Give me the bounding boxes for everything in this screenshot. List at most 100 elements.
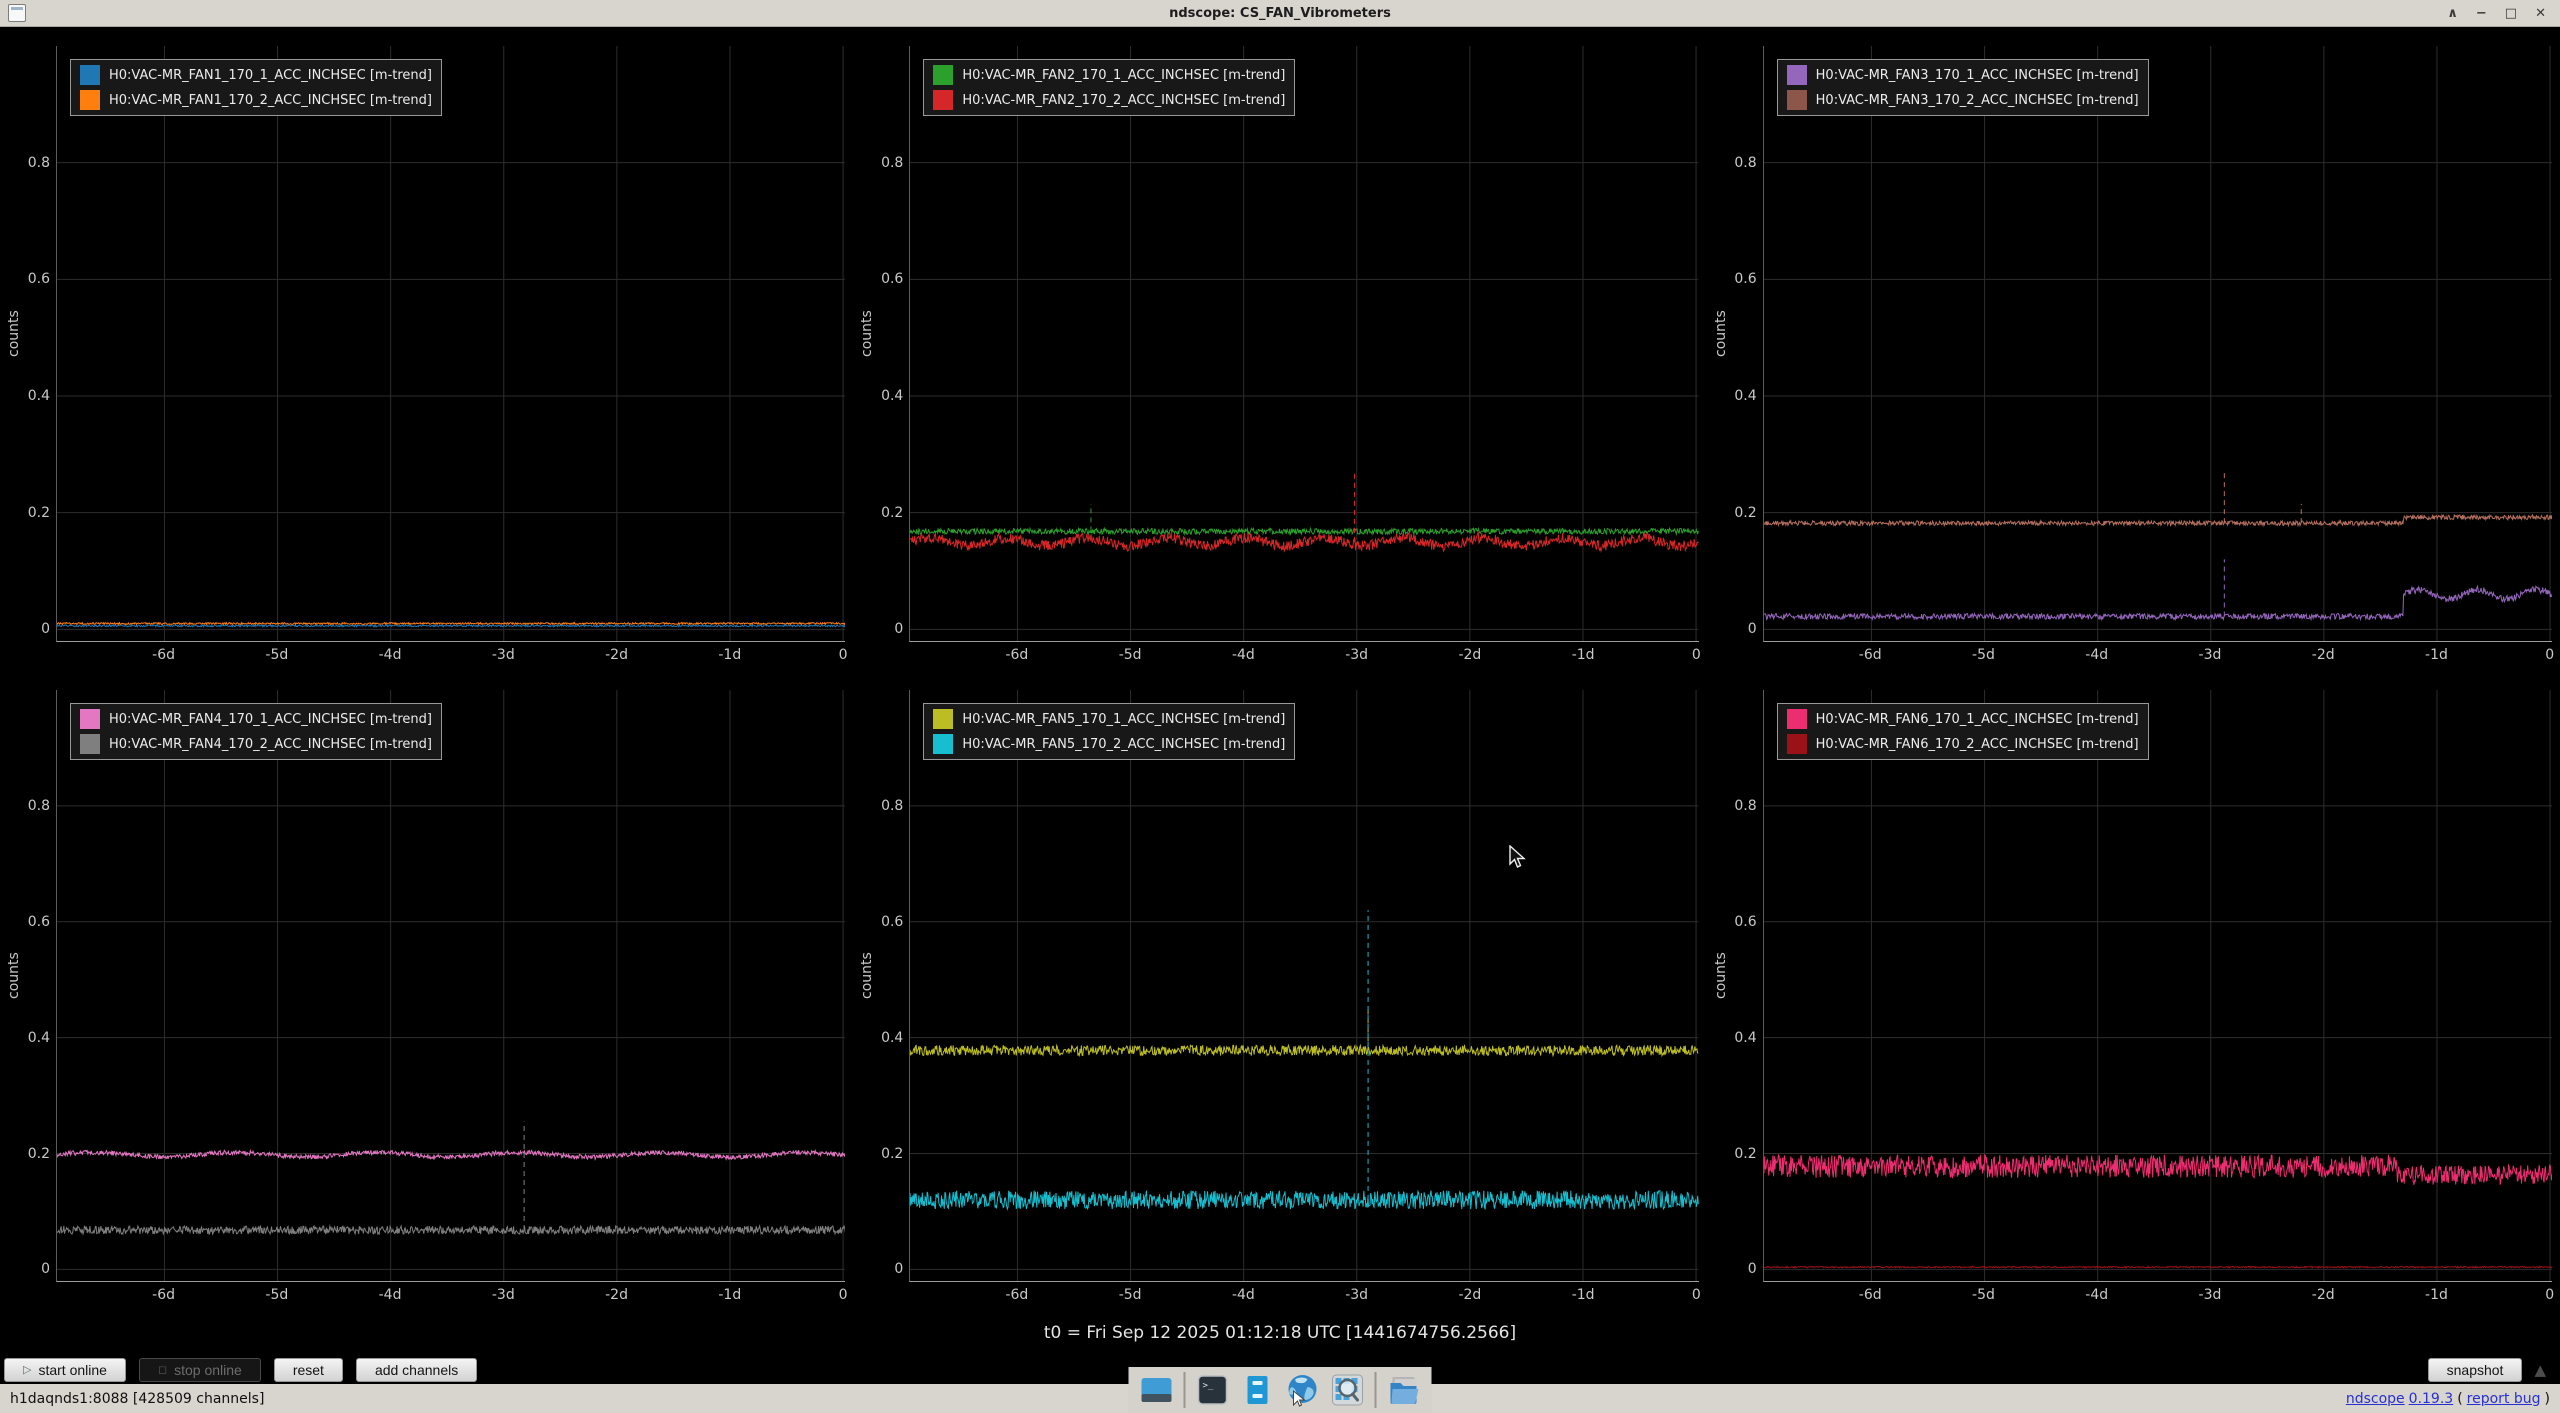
plot-canvas[interactable]: H0:VAC-MR_FAN2_170_1_ACC_INCHSEC [m-tren… xyxy=(909,46,1698,642)
y-tick-label: 0.2 xyxy=(881,1147,903,1161)
plot-panel-fan3[interactable]: counts H0:VAC-MR_FAN3_170_1_ACC_INCHSEC … xyxy=(1707,26,2560,670)
x-tick-label: -2d xyxy=(605,1288,628,1302)
plots-grid: counts H0:VAC-MR_FAN1_170_1_ACC_INCHSEC … xyxy=(0,26,2560,1310)
series-trace xyxy=(1764,586,2552,619)
plot-traces xyxy=(1764,690,2552,1281)
legend-item[interactable]: H0:VAC-MR_FAN5_170_2_ACC_INCHSEC [m-tren… xyxy=(933,734,1285,754)
legend-item[interactable]: H0:VAC-MR_FAN6_170_2_ACC_INCHSEC [m-tren… xyxy=(1787,734,2139,754)
y-tick-label: 0.4 xyxy=(1734,1031,1756,1045)
y-tick-label: 0.8 xyxy=(881,799,903,813)
x-tick-label: 0 xyxy=(839,1288,848,1302)
version-link[interactable]: 0.19.3 xyxy=(2409,1391,2454,1407)
legend-item[interactable]: H0:VAC-MR_FAN6_170_1_ACC_INCHSEC [m-tren… xyxy=(1787,709,2139,729)
expand-panel-icon[interactable]: ▲ xyxy=(2534,1363,2546,1378)
maximize-window-icon[interactable]: □ xyxy=(2505,7,2517,20)
x-tick-label: -3d xyxy=(2199,648,2222,662)
y-tick-label: 0 xyxy=(1748,622,1757,636)
nds-server-status: h1daqnds1:8088 [428509 channels] xyxy=(10,1391,264,1407)
file-cabinet-icon[interactable] xyxy=(1240,1372,1276,1408)
taskbar-panel: >_ xyxy=(1129,1367,1432,1413)
play-icon: ▷ xyxy=(23,1365,31,1376)
legend-item[interactable]: H0:VAC-MR_FAN2_170_2_ACC_INCHSEC [m-tren… xyxy=(933,90,1285,110)
start-online-button[interactable]: ▷ start online xyxy=(4,1358,126,1382)
svg-text:>_: >_ xyxy=(1203,1381,1214,1391)
plot-canvas[interactable]: H0:VAC-MR_FAN1_170_1_ACC_INCHSEC [m-tren… xyxy=(56,46,845,642)
plot-traces xyxy=(57,690,845,1281)
plot-traces xyxy=(910,690,1698,1281)
y-axis-label: counts xyxy=(1713,26,1729,642)
plot-panel-fan4[interactable]: counts H0:VAC-MR_FAN4_170_1_ACC_INCHSEC … xyxy=(0,670,853,1310)
y-tick-label: 0.6 xyxy=(1734,915,1756,929)
screenshot-finder-icon[interactable] xyxy=(1330,1372,1366,1408)
plot-panel-fan5[interactable]: counts H0:VAC-MR_FAN5_170_1_ACC_INCHSEC … xyxy=(853,670,1706,1310)
legend[interactable]: H0:VAC-MR_FAN6_170_1_ACC_INCHSEC [m-tren… xyxy=(1777,703,2149,760)
plot-traces xyxy=(57,46,845,641)
x-tick-label: -6d xyxy=(1859,648,1882,662)
app-window-icon xyxy=(8,4,26,22)
desktop-pager-icon[interactable] xyxy=(1139,1372,1175,1408)
report-bug-link[interactable]: report bug xyxy=(2467,1391,2541,1407)
series-trace xyxy=(910,528,1698,534)
plot-panel-fan6[interactable]: counts H0:VAC-MR_FAN6_170_1_ACC_INCHSEC … xyxy=(1707,670,2560,1310)
x-tick-label: -2d xyxy=(2312,1288,2335,1302)
add-channels-button[interactable]: add channels xyxy=(356,1358,477,1382)
plot-canvas[interactable]: H0:VAC-MR_FAN3_170_1_ACC_INCHSEC [m-tren… xyxy=(1763,46,2552,642)
x-tick-label: -6d xyxy=(152,1288,175,1302)
legend-item[interactable]: H0:VAC-MR_FAN1_170_1_ACC_INCHSEC [m-tren… xyxy=(80,65,432,85)
series-trace xyxy=(1764,1266,2552,1267)
x-tick-label: -4d xyxy=(1232,648,1255,662)
x-axis: -6d-5d-4d-3d-2d-1d0 xyxy=(909,642,1698,670)
file-manager-icon[interactable] xyxy=(1386,1372,1422,1408)
y-tick-label: 0.4 xyxy=(1734,389,1756,403)
stop-icon: ◻ xyxy=(158,1365,167,1376)
browser-globe-icon[interactable] xyxy=(1285,1372,1321,1408)
x-tick-label: -5d xyxy=(1119,1288,1142,1302)
x-tick-label: -2d xyxy=(1458,648,1481,662)
close-window-icon[interactable]: ✕ xyxy=(2535,7,2546,20)
snapshot-button[interactable]: snapshot xyxy=(2428,1358,2523,1382)
legend-item[interactable]: H0:VAC-MR_FAN4_170_1_ACC_INCHSEC [m-tren… xyxy=(80,709,432,729)
plot-panel-fan1[interactable]: counts H0:VAC-MR_FAN1_170_1_ACC_INCHSEC … xyxy=(0,26,853,670)
legend-item[interactable]: H0:VAC-MR_FAN3_170_1_ACC_INCHSEC [m-tren… xyxy=(1787,65,2139,85)
ndscope-link[interactable]: ndscope xyxy=(2346,1391,2405,1407)
x-tick-label: -2d xyxy=(605,648,628,662)
x-tick-label: -5d xyxy=(265,1288,288,1302)
plot-panel-fan2[interactable]: counts H0:VAC-MR_FAN2_170_1_ACC_INCHSEC … xyxy=(853,26,1706,670)
legend-item[interactable]: H0:VAC-MR_FAN5_170_1_ACC_INCHSEC [m-tren… xyxy=(933,709,1285,729)
x-tick-label: -3d xyxy=(2199,1288,2222,1302)
y-tick-label: 0.2 xyxy=(28,1147,50,1161)
shade-window-icon[interactable]: ∧ xyxy=(2447,7,2458,20)
x-tick-label: -1d xyxy=(718,648,741,662)
legend-color-swatch-icon xyxy=(933,709,953,729)
y-tick-label: 0.8 xyxy=(881,156,903,170)
taskbar-separator xyxy=(1375,1372,1377,1408)
legend[interactable]: H0:VAC-MR_FAN5_170_1_ACC_INCHSEC [m-tren… xyxy=(923,703,1295,760)
y-tick-label: 0.6 xyxy=(881,915,903,929)
series-trace xyxy=(1764,1155,2552,1185)
plot-canvas[interactable]: H0:VAC-MR_FAN5_170_1_ACC_INCHSEC [m-tren… xyxy=(909,690,1698,1282)
terminal-icon[interactable]: >_ xyxy=(1195,1372,1231,1408)
y-tick-label: 0 xyxy=(894,622,903,636)
legend-color-swatch-icon xyxy=(933,65,953,85)
plot-canvas[interactable]: H0:VAC-MR_FAN4_170_1_ACC_INCHSEC [m-tren… xyxy=(56,690,845,1282)
legend-item[interactable]: H0:VAC-MR_FAN1_170_2_ACC_INCHSEC [m-tren… xyxy=(80,90,432,110)
y-tick-label: 0 xyxy=(41,1262,50,1276)
legend[interactable]: H0:VAC-MR_FAN3_170_1_ACC_INCHSEC [m-tren… xyxy=(1777,59,2149,116)
series-trace xyxy=(57,623,845,625)
paren: ( xyxy=(2457,1391,2462,1407)
x-tick-label: -6d xyxy=(152,648,175,662)
legend-item[interactable]: H0:VAC-MR_FAN2_170_1_ACC_INCHSEC [m-tren… xyxy=(933,65,1285,85)
legend[interactable]: H0:VAC-MR_FAN1_170_1_ACC_INCHSEC [m-tren… xyxy=(70,59,442,116)
legend[interactable]: H0:VAC-MR_FAN2_170_1_ACC_INCHSEC [m-tren… xyxy=(923,59,1295,116)
x-tick-label: 0 xyxy=(1692,648,1701,662)
legend-item[interactable]: H0:VAC-MR_FAN4_170_2_ACC_INCHSEC [m-tren… xyxy=(80,734,432,754)
legend-item[interactable]: H0:VAC-MR_FAN3_170_2_ACC_INCHSEC [m-tren… xyxy=(1787,90,2139,110)
legend[interactable]: H0:VAC-MR_FAN4_170_1_ACC_INCHSEC [m-tren… xyxy=(70,703,442,760)
minimize-window-icon[interactable]: − xyxy=(2476,7,2487,20)
x-tick-label: -3d xyxy=(492,1288,515,1302)
y-tick-label: 0.2 xyxy=(28,506,50,520)
x-tick-label: -6d xyxy=(1005,648,1028,662)
plot-canvas[interactable]: H0:VAC-MR_FAN6_170_1_ACC_INCHSEC [m-tren… xyxy=(1763,690,2552,1282)
x-tick-label: -3d xyxy=(1345,1288,1368,1302)
reset-button[interactable]: reset xyxy=(274,1358,343,1382)
